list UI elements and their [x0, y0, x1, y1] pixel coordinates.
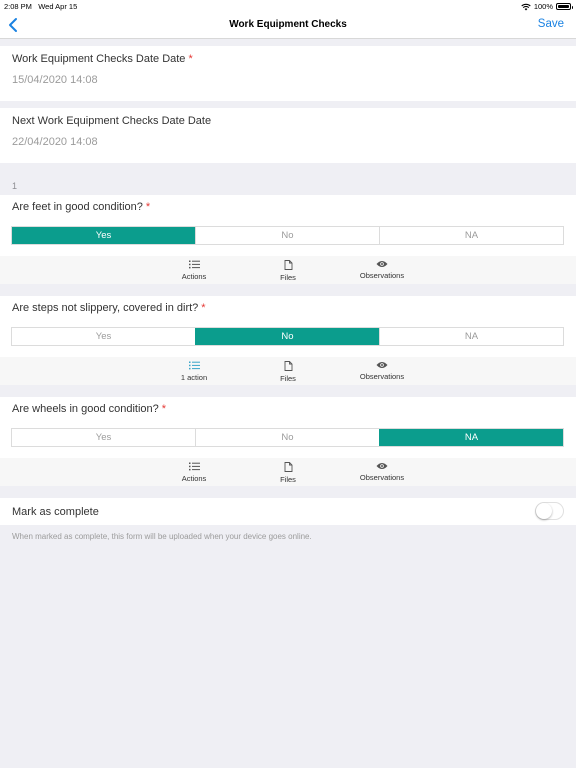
question-actions-bar: Actions Files Observations — [0, 256, 576, 284]
observations-label: Observations — [359, 473, 405, 482]
list-icon — [188, 260, 200, 269]
status-time: 2:08 PM Wed Apr 15 — [4, 2, 78, 11]
answer-segmented-control: Yes No NA — [11, 428, 564, 447]
nav-bar: Work Equipment Checks Save — [0, 12, 576, 39]
status-right: 100% — [521, 2, 573, 11]
observations-button[interactable]: Observations — [347, 361, 417, 381]
question-item: Are steps not slippery, covered in dirt?… — [0, 296, 576, 357]
section-number: 1 — [12, 181, 18, 191]
complete-note: When marked as complete, this form will … — [12, 532, 312, 541]
answer-na-option[interactable]: NA — [379, 227, 563, 244]
mark-complete-toggle[interactable] — [535, 502, 564, 520]
actions-button[interactable]: Actions — [159, 462, 229, 483]
files-button[interactable]: Files — [253, 462, 323, 484]
actions-label: Actions — [181, 474, 207, 483]
actions-label: 1 action — [180, 373, 208, 382]
list-icon — [188, 361, 200, 370]
file-icon — [284, 361, 292, 371]
date-field[interactable]: Work Equipment Checks Date Date * 15/04/2… — [0, 46, 576, 101]
answer-no-option[interactable]: No — [195, 328, 379, 345]
date-field-label: Work Equipment Checks Date Date * — [12, 53, 193, 65]
answer-yes-option[interactable]: Yes — [12, 227, 195, 244]
files-label: Files — [280, 374, 296, 383]
answer-na-option[interactable]: NA — [379, 328, 563, 345]
question-item: Are wheels in good condition? * Yes No NA — [0, 397, 576, 458]
answer-yes-option[interactable]: Yes — [12, 429, 195, 446]
question-actions-bar: Actions Files Observations — [0, 458, 576, 486]
files-label: Files — [280, 475, 296, 484]
battery-percent: 100% — [533, 2, 553, 11]
next-date-field[interactable]: Next Work Equipment Checks Date Date 22/… — [0, 108, 576, 163]
file-icon — [284, 260, 292, 270]
answer-yes-option[interactable]: Yes — [12, 328, 195, 345]
required-marker: * — [201, 302, 206, 314]
toggle-knob — [536, 503, 552, 519]
eye-icon — [376, 362, 388, 368]
actions-button[interactable]: 1 action — [159, 361, 229, 382]
answer-no-option[interactable]: No — [195, 227, 379, 244]
list-icon — [188, 462, 200, 471]
question-label: Are wheels in good condition? * — [12, 403, 167, 415]
question-label: Are feet in good condition? * — [12, 201, 151, 213]
required-marker: * — [161, 403, 167, 415]
question-label: Are steps not slippery, covered in dirt?… — [12, 302, 206, 314]
mark-complete-label: Mark as complete — [12, 506, 99, 518]
mark-complete-row: Mark as complete — [0, 498, 576, 525]
next-date-field-label: Next Work Equipment Checks Date Date — [12, 115, 212, 127]
files-button[interactable]: Files — [253, 361, 323, 383]
required-marker: * — [145, 201, 151, 213]
answer-no-option[interactable]: No — [195, 429, 379, 446]
file-icon — [284, 462, 292, 472]
answer-segmented-control: Yes No NA — [11, 327, 564, 346]
eye-icon — [376, 463, 388, 469]
battery-icon — [556, 3, 573, 10]
date-field-value[interactable]: 15/04/2020 14:08 — [12, 74, 98, 86]
answer-na-option[interactable]: NA — [379, 429, 563, 446]
answer-segmented-control: Yes No NA — [11, 226, 564, 245]
observations-label: Observations — [359, 372, 405, 381]
next-date-field-value[interactable]: 22/04/2020 14:08 — [12, 136, 98, 148]
required-marker: * — [188, 53, 193, 65]
files-label: Files — [280, 273, 296, 282]
actions-button[interactable]: Actions — [159, 260, 229, 281]
question-actions-bar: 1 action Files Observations — [0, 357, 576, 385]
actions-label: Actions — [181, 272, 207, 281]
observations-button[interactable]: Observations — [347, 260, 417, 280]
page-title: Work Equipment Checks — [229, 19, 347, 30]
files-button[interactable]: Files — [253, 260, 323, 282]
wifi-icon — [521, 3, 531, 10]
question-item: Are feet in good condition? * Yes No NA — [0, 195, 576, 256]
observations-button[interactable]: Observations — [347, 462, 417, 482]
eye-icon — [376, 261, 388, 267]
observations-label: Observations — [359, 271, 405, 280]
status-bar: 2:08 PM Wed Apr 15 100% — [0, 0, 576, 12]
save-button[interactable]: Save — [538, 18, 564, 30]
